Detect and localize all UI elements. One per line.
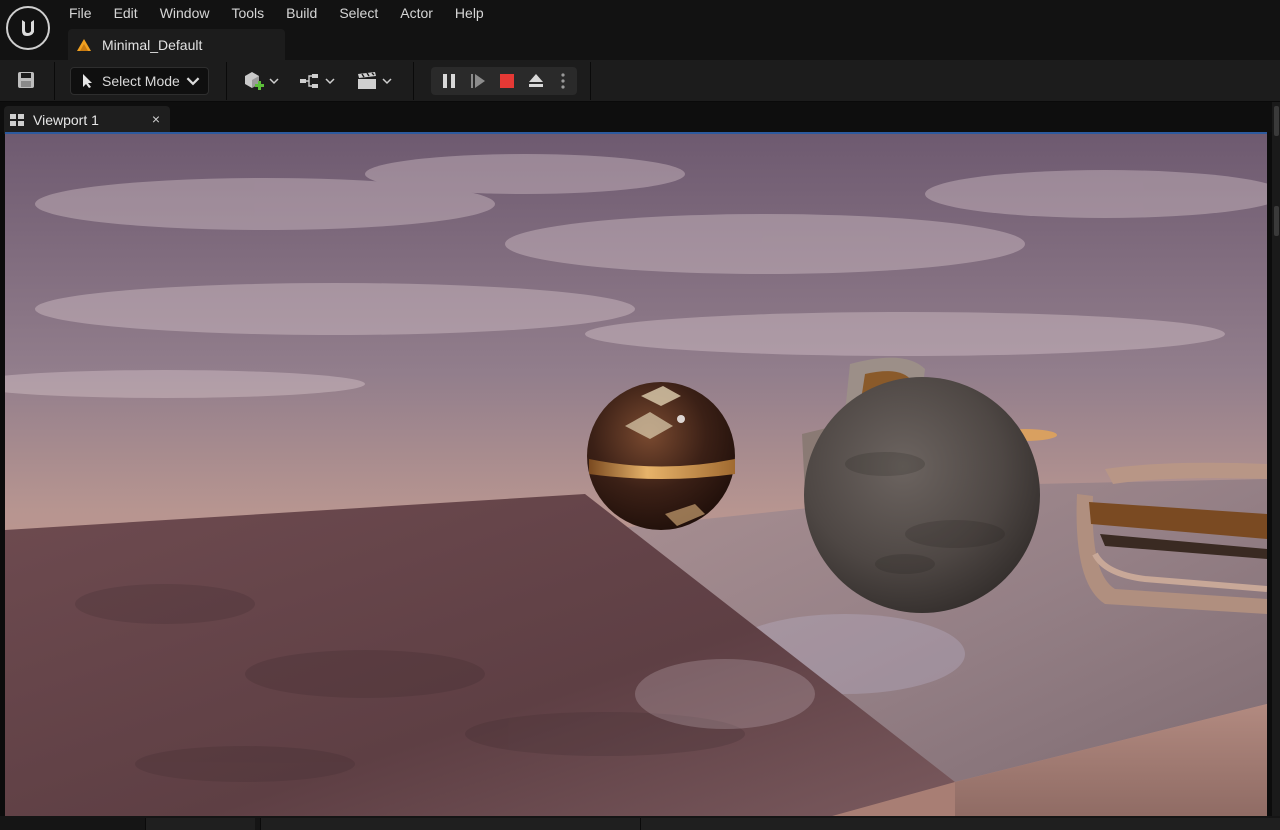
close-icon[interactable]: ×	[152, 111, 160, 127]
chevron-down-icon	[269, 78, 279, 85]
menu-help[interactable]: Help	[444, 0, 495, 26]
select-cursor-icon	[83, 74, 92, 88]
unreal-engine-logo-icon-glyph	[22, 20, 34, 36]
status-bar	[0, 816, 1280, 830]
eject-icon[interactable]	[526, 71, 546, 91]
toolbar-divider	[54, 62, 55, 100]
select-mode-label: Select Mode	[102, 73, 180, 89]
menu-window[interactable]: Window	[149, 0, 221, 26]
level-viewport[interactable]	[5, 132, 1267, 816]
menu-select[interactable]: Select	[328, 0, 389, 26]
menu-edit[interactable]: Edit	[103, 0, 149, 26]
level-tab-label: Minimal_Default	[102, 36, 203, 53]
viewport-layout-icon	[10, 114, 24, 126]
right-panel-rail	[1272, 102, 1280, 830]
rail-handle[interactable]	[1274, 206, 1279, 236]
glass-sphere	[587, 382, 735, 530]
unreal-engine-logo-icon[interactable]	[6, 6, 50, 50]
stone-sphere	[804, 377, 1040, 613]
add-actor-icon	[245, 72, 264, 90]
toolbar-divider	[413, 62, 414, 100]
pause-icon[interactable]	[439, 71, 459, 91]
play-controls	[431, 67, 577, 95]
viewport-tab[interactable]: Viewport 1 ×	[4, 106, 170, 134]
title-bar: File Edit Window Tools Build Select Acto…	[0, 0, 1280, 60]
more-options-icon[interactable]	[555, 71, 571, 91]
select-mode-dropdown[interactable]: Select Mode	[70, 67, 209, 95]
menu-tools[interactable]: Tools	[220, 0, 275, 26]
blueprint-icon	[300, 74, 318, 88]
chevron-down-icon	[186, 77, 200, 86]
blueprint-button[interactable]	[298, 69, 335, 93]
rail-handle[interactable]	[1274, 106, 1279, 136]
add-actor-button[interactable]	[242, 69, 279, 93]
level-warning-icon	[77, 38, 91, 51]
status-segment[interactable]	[640, 818, 1280, 830]
menu-bar: File Edit Window Tools Build Select Acto…	[58, 0, 495, 26]
cinematics-button[interactable]	[355, 69, 392, 93]
status-segment[interactable]	[145, 818, 255, 830]
main-toolbar: Select Mode	[0, 60, 1280, 102]
menu-file[interactable]: File	[58, 0, 103, 26]
status-segment[interactable]	[260, 818, 640, 830]
menu-actor[interactable]: Actor	[389, 0, 444, 26]
viewport-tab-label: Viewport 1	[33, 112, 99, 128]
viewport-tab-strip: Viewport 1 ×	[0, 102, 1272, 134]
floor-highlight	[635, 659, 815, 729]
frame-advance-icon[interactable]	[468, 71, 488, 91]
stop-icon[interactable]	[497, 71, 517, 91]
save-icon[interactable]	[16, 70, 36, 90]
chevron-down-icon	[382, 78, 392, 85]
menu-build[interactable]: Build	[275, 0, 328, 26]
toolbar-divider	[226, 62, 227, 100]
toolbar-divider	[590, 62, 591, 100]
level-tab[interactable]: Minimal_Default	[68, 29, 285, 60]
scene-render	[5, 134, 1267, 816]
chevron-down-icon	[325, 78, 335, 85]
cinematics-icon	[358, 72, 376, 89]
